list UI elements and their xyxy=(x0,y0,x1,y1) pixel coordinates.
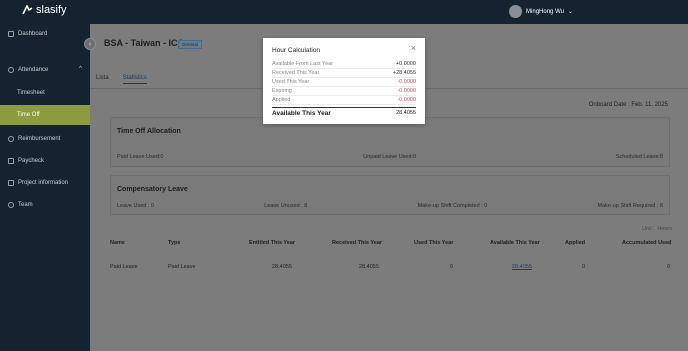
sidebar-item-project-information[interactable]: Project information xyxy=(0,177,90,189)
total-value: 28.4055 xyxy=(396,110,416,116)
makeup-shift-completed: Make-up Shift Completed : 0 xyxy=(417,203,488,209)
calc-row: Available From Last Year +0.0000 xyxy=(272,60,416,69)
sidebar-item-label: Time Off xyxy=(17,112,40,118)
tab-bar: Lista Statistics xyxy=(96,75,161,84)
modal-title: Hour Calculation xyxy=(272,47,321,54)
sidebar-item-label: Team xyxy=(18,202,33,208)
user-menu[interactable]: MingHong Wu ⌄ xyxy=(509,5,573,18)
allocation-stats: Paid Leave Used:0 Unpaid Leave Used:0 Sc… xyxy=(117,154,663,160)
cell-received: 28.4055 xyxy=(359,264,379,270)
sidebar-item-team[interactable]: Team xyxy=(0,199,90,211)
calc-label: Received This Year xyxy=(272,70,320,76)
sidebar-item-label: Reimbursement xyxy=(18,136,61,142)
column-header: Applied xyxy=(565,240,586,246)
sidebar: Dashboard Attendance ^ Timesheet Time Of… xyxy=(0,24,90,351)
dollar-icon xyxy=(8,136,14,142)
leave-unused: Leave Unused : 8 xyxy=(264,203,308,209)
calc-value: -0.0000 xyxy=(397,79,416,85)
column-header: Accumulated Used xyxy=(622,240,672,246)
calc-row: Expiring -0.0000 xyxy=(272,87,416,96)
sidebar-item-time-off[interactable]: Time Off xyxy=(0,105,90,125)
top-bar: slasify MingHong Wu ⌄ xyxy=(0,0,688,24)
card-title: Time Off Allocation xyxy=(117,128,181,135)
column-header: Type xyxy=(168,240,181,246)
user-name: MingHong Wu xyxy=(526,8,564,15)
unpaid-leave-used: Unpaid Leave Used:0 xyxy=(363,154,417,160)
available-link[interactable]: 28.4055 xyxy=(512,264,532,270)
calc-label: Used This Year xyxy=(272,79,310,85)
scheduled-leave: Scheduled Leave:8 xyxy=(615,154,663,160)
total-label: Available This Year xyxy=(272,110,331,117)
calc-label: Available From Last Year xyxy=(272,61,334,67)
column-header: Used This Year xyxy=(414,240,454,246)
calc-row: Received This Year +28.4055 xyxy=(272,69,416,78)
avatar xyxy=(509,5,523,18)
close-icon[interactable]: × xyxy=(411,44,416,53)
brand-logo[interactable]: slasify xyxy=(22,4,67,16)
cell-type: Paid Leave xyxy=(168,264,196,270)
paid-leave-used: Paid Leave Used:0 xyxy=(117,154,164,160)
document-icon xyxy=(8,180,14,186)
column-header: Name xyxy=(110,240,125,246)
leave-used: Leave Used : 0 xyxy=(117,203,154,209)
compensatory-stats: Leave Used : 0 Leave Unused : 8 Make-up … xyxy=(117,203,663,209)
table-row: Paid Leave Paid Leave 28.4055 28.4055 0 … xyxy=(110,264,672,276)
chevron-down-icon: ⌄ xyxy=(567,9,573,15)
sidebar-item-reimbursement[interactable]: Reimbursement xyxy=(0,133,90,145)
sidebar-item-label: Dashboard xyxy=(18,31,48,37)
slasify-logo-icon xyxy=(22,5,33,15)
clock-icon xyxy=(8,67,14,73)
calc-label: Applied xyxy=(272,97,291,103)
calc-row: Applied -0.0000 xyxy=(272,96,416,105)
cell-applied: 0 xyxy=(582,264,586,270)
sidebar-item-paycheck[interactable]: Paycheck xyxy=(0,155,90,167)
cell-name: Paid Leave xyxy=(110,264,138,270)
sidebar-item-label: Timesheet xyxy=(17,90,45,96)
calc-value: -0.0000 xyxy=(397,97,416,103)
unit-label: Unit：Hours xyxy=(642,226,672,232)
makeup-shift-required: Make-up Shift Required : 8 xyxy=(597,203,663,209)
card-title: Compensatory Leave xyxy=(117,186,188,193)
sidebar-item-timesheet[interactable]: Timesheet xyxy=(0,87,90,99)
hour-calculation-modal: Hour Calculation × Available From Last Y… xyxy=(263,38,425,124)
sidebar-item-dashboard[interactable]: Dashboard xyxy=(0,28,90,40)
time-off-allocation-card: Time Off Allocation Paid Leave Used:0 Un… xyxy=(110,117,670,167)
page-title: BSA - Taiwan - ICA xyxy=(104,38,185,48)
calc-value: +0.0000 xyxy=(395,61,416,67)
table-header: Name Type Entitled This Year Received Th… xyxy=(110,240,672,252)
calc-label: Expiring xyxy=(272,88,292,94)
cell-accumulated: 0 xyxy=(667,264,671,270)
calc-row: Used This Year -0.0000 xyxy=(272,78,416,87)
paycheck-icon xyxy=(8,158,14,164)
calc-value: -0.0000 xyxy=(397,88,416,94)
sidebar-item-label: Attendance xyxy=(18,67,49,73)
collapse-sidebar-button[interactable]: ‹ xyxy=(84,38,96,50)
team-icon xyxy=(8,202,14,208)
sidebar-item-label: Project information xyxy=(18,180,69,186)
chevron-up-icon: ^ xyxy=(79,66,82,72)
column-header: Received This Year xyxy=(332,240,383,246)
compensatory-leave-card: Compensatory Leave Leave Used : 0 Leave … xyxy=(110,175,670,215)
onboard-date: Onboard Date : Feb. 11, 2025 xyxy=(588,102,668,108)
column-header: Available This Year xyxy=(490,240,540,246)
cell-entitled: 28.4055 xyxy=(272,264,292,270)
sidebar-item-attendance[interactable]: Attendance ^ xyxy=(0,64,90,76)
cell-used: 0 xyxy=(450,264,454,270)
grid-icon xyxy=(8,31,14,37)
calc-total: Available This Year 28.4055 xyxy=(272,107,416,117)
calc-value: +28.4055 xyxy=(392,70,416,76)
tab-statistics[interactable]: Statistics xyxy=(122,75,147,84)
column-header: Entitled This Year xyxy=(249,240,296,246)
status-badge: General xyxy=(178,40,203,49)
sidebar-item-label: Paycheck xyxy=(18,158,45,164)
tab-lista[interactable]: Lista xyxy=(96,75,109,84)
brand-name: slasify xyxy=(36,4,67,16)
